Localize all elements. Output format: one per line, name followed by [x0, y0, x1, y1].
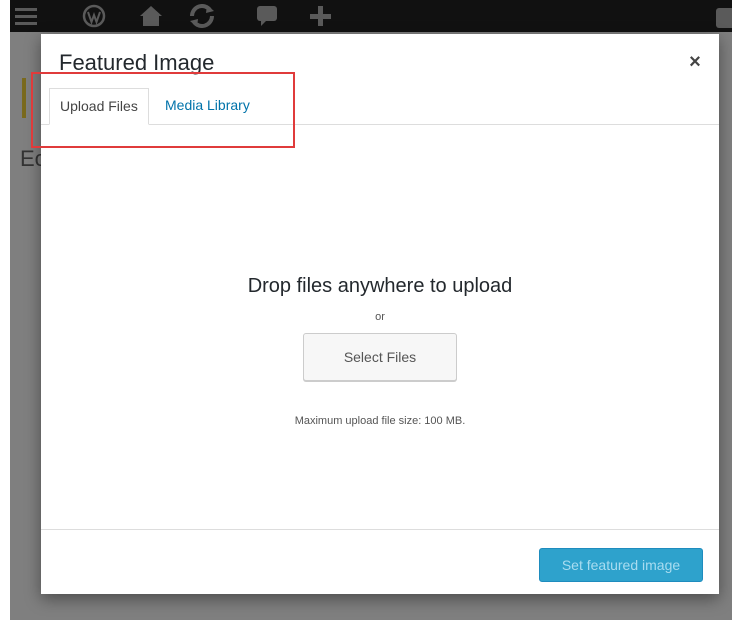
admin-bar: [10, 0, 732, 32]
or-text: or: [375, 311, 385, 323]
updates-icon[interactable]: [188, 4, 216, 28]
screen: Ec Featured Image × Upload Files Media L…: [0, 0, 732, 620]
menu-icon[interactable]: [14, 4, 38, 28]
featured-image-modal: Featured Image × Upload Files Media Libr…: [41, 34, 719, 594]
tab-upload-files[interactable]: Upload Files: [49, 88, 149, 125]
tab-media-library[interactable]: Media Library: [155, 88, 260, 124]
home-icon[interactable]: [138, 4, 164, 28]
new-content-icon[interactable]: [308, 4, 332, 28]
close-button[interactable]: ×: [685, 52, 705, 72]
upload-drop-area[interactable]: Drop files anywhere to upload or Select …: [41, 125, 719, 529]
max-upload-size-text: Maximum upload file size: 100 MB.: [294, 415, 466, 427]
modal-toolbar: Set featured image: [41, 529, 719, 594]
wordpress-logo-icon[interactable]: [82, 4, 106, 28]
modal-tabs: Upload Files Media Library: [41, 88, 719, 125]
notice-bar: [22, 78, 26, 118]
modal-title: Featured Image: [59, 50, 215, 75]
avatar[interactable]: [716, 8, 732, 28]
comments-icon[interactable]: [256, 4, 278, 28]
close-icon: ×: [689, 51, 701, 73]
select-files-button[interactable]: Select Files: [303, 333, 457, 381]
set-featured-image-button[interactable]: Set featured image: [539, 548, 703, 582]
drop-files-text: Drop files anywhere to upload: [247, 275, 513, 297]
